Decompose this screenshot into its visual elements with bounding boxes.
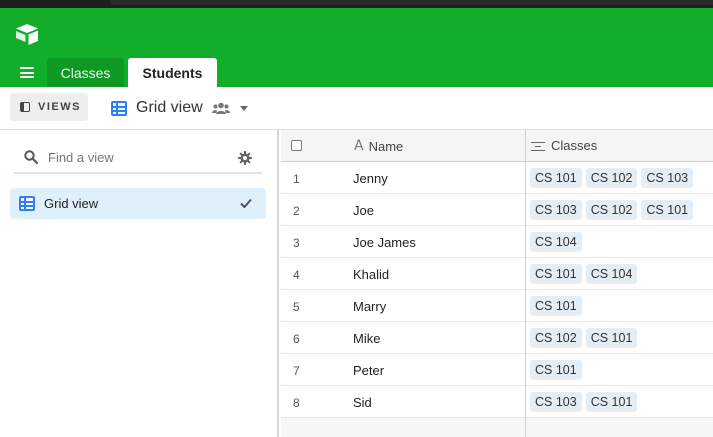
class-chip[interactable]: CS 101 — [530, 296, 582, 316]
grid-icon — [19, 196, 35, 211]
class-chip[interactable]: CS 102 — [585, 200, 638, 220]
name-cell[interactable]: Joe James — [353, 235, 416, 250]
view-search — [14, 142, 262, 174]
row-number: 2 — [293, 204, 300, 218]
classes-cell[interactable]: CS 102 CS 101 — [530, 328, 641, 348]
classes-cell[interactable]: CS 101 — [530, 360, 586, 380]
class-chip[interactable]: CS 101 — [530, 168, 582, 188]
text-field-icon: A — [354, 138, 364, 154]
class-chip[interactable]: CS 104 — [530, 232, 582, 252]
table-row[interactable]: 8 Sid CS 103 CS 101 — [281, 386, 713, 418]
views-label: VIEWS — [38, 101, 81, 113]
row-number: 4 — [293, 268, 300, 282]
class-chip[interactable]: CS 101 — [641, 200, 694, 220]
table-row[interactable]: 2 Joe CS 103 CS 102 CS 101 — [281, 194, 713, 226]
check-icon — [240, 198, 252, 208]
people-icon — [211, 102, 230, 114]
classes-cell[interactable]: CS 101 CS 102 CS 103 — [530, 168, 697, 188]
class-chip[interactable]: CS 102 — [530, 328, 582, 348]
class-chip[interactable]: CS 103 — [530, 392, 582, 412]
class-chip[interactable]: CS 101 — [585, 392, 638, 412]
window-top-strip — [0, 0, 713, 8]
column-header-classes[interactable]: Classes — [531, 138, 597, 153]
airtable-logo-icon[interactable] — [14, 22, 40, 46]
grid-header: A Name Classes — [281, 130, 713, 162]
name-cell[interactable]: Sid — [353, 395, 372, 410]
row-number: 3 — [293, 236, 300, 250]
row-number: 8 — [293, 396, 300, 410]
sidebar-item-label: Grid view — [44, 196, 99, 211]
tab-classes[interactable]: Classes — [47, 58, 124, 87]
class-chip[interactable]: CS 101 — [585, 328, 638, 348]
name-cell[interactable]: Joe — [353, 203, 374, 218]
select-all-checkbox[interactable] — [291, 140, 302, 151]
current-view-name: Grid view — [136, 99, 203, 116]
row-number: 1 — [293, 172, 300, 186]
view-switcher[interactable]: Grid view — [111, 97, 248, 119]
column-header-name[interactable]: A Name — [354, 138, 403, 154]
hamburger-menu-icon[interactable] — [20, 67, 34, 78]
table-row[interactable]: 1 Jenny CS 101 CS 102 CS 103 — [281, 162, 713, 194]
view-bar: VIEWS Grid view — [0, 87, 713, 130]
add-record-row[interactable] — [281, 418, 713, 437]
classes-cell[interactable]: CS 103 CS 101 — [530, 392, 641, 412]
sidebar-item-grid-view[interactable]: Grid view — [10, 188, 266, 219]
table-row[interactable]: 3 Joe James CS 104 — [281, 226, 713, 258]
gear-icon[interactable] — [238, 151, 252, 165]
class-chip[interactable]: CS 103 — [641, 168, 694, 188]
table-row[interactable]: 4 Khalid CS 101 CS 104 — [281, 258, 713, 290]
search-input[interactable] — [48, 149, 228, 165]
classes-cell[interactable]: CS 101 — [530, 296, 586, 316]
name-cell[interactable]: Marry — [353, 299, 386, 314]
row-number: 6 — [293, 332, 300, 346]
row-number: 7 — [293, 364, 300, 378]
sidebar-toggle-icon — [20, 102, 30, 112]
column-divider — [525, 130, 526, 437]
class-chip[interactable]: CS 104 — [585, 264, 638, 284]
app-header: Classes Students — [0, 8, 713, 87]
search-icon — [24, 150, 38, 164]
classes-cell[interactable]: CS 103 CS 102 CS 101 — [530, 200, 697, 220]
tab-students[interactable]: Students — [128, 58, 217, 87]
linked-record-icon — [531, 140, 545, 152]
name-cell[interactable]: Jenny — [353, 171, 388, 186]
column-label: Classes — [551, 138, 598, 153]
table-row[interactable]: 7 Peter CS 101 — [281, 354, 713, 386]
name-cell[interactable]: Khalid — [353, 267, 389, 282]
views-toggle-button[interactable]: VIEWS — [10, 93, 88, 121]
classes-cell[interactable]: CS 104 — [530, 232, 586, 252]
records-grid: A Name Classes 1 Jenny CS 101 CS 102 CS … — [281, 130, 713, 437]
column-label: Name — [368, 138, 404, 154]
class-chip[interactable]: CS 102 — [585, 168, 638, 188]
views-sidebar: Grid view — [0, 130, 279, 437]
table-row[interactable]: 6 Mike CS 102 CS 101 — [281, 322, 713, 354]
classes-cell[interactable]: CS 101 CS 104 — [530, 264, 641, 284]
table-row[interactable]: 5 Marry CS 101 — [281, 290, 713, 322]
chevron-down-icon — [239, 105, 248, 111]
row-number: 5 — [293, 300, 300, 314]
name-cell[interactable]: Peter — [353, 363, 384, 378]
grid-icon — [111, 100, 127, 116]
class-chip[interactable]: CS 101 — [530, 360, 582, 380]
name-cell[interactable]: Mike — [353, 331, 380, 346]
class-chip[interactable]: CS 103 — [530, 200, 582, 220]
class-chip[interactable]: CS 101 — [530, 264, 582, 284]
